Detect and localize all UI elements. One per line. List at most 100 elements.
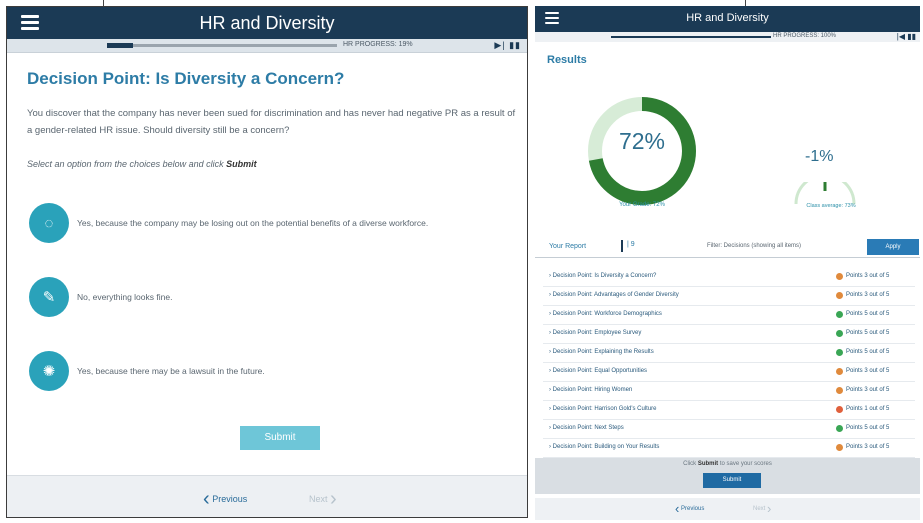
- status-dot-icon: [836, 387, 843, 394]
- report-row-label: › Decision Point: Next Steps: [549, 425, 624, 431]
- report-row-label: › Decision Point: Building on Your Resul…: [549, 444, 660, 450]
- results-title: Results: [547, 54, 587, 66]
- report-row-points: Points 5 out of 5: [846, 330, 890, 336]
- filter-label[interactable]: Filter: Decisions (showing all items): [707, 243, 801, 249]
- report-row-label: › Decision Point: Hiring Women: [549, 387, 633, 393]
- previous-button[interactable]: ‹ Previous: [203, 488, 247, 511]
- score-label: Your Grade: 72%: [619, 202, 665, 208]
- report-row-points: Points 3 out of 5: [846, 292, 890, 298]
- submit-note-prefix: Click: [683, 461, 698, 467]
- instruction-text: Select an option from the choices below …: [27, 159, 257, 169]
- option-1[interactable]: ◌ Yes, because the company may be losing…: [29, 203, 428, 243]
- apply-button[interactable]: Apply: [867, 239, 919, 255]
- report-row-label: › Decision Point: Advantages of Gender D…: [549, 292, 679, 298]
- submit-button[interactable]: Submit: [703, 473, 761, 488]
- progress-track: [611, 36, 771, 38]
- app-header: HR and Diversity: [7, 7, 527, 39]
- report-row-label: › Decision Point: Employee Survey: [549, 330, 642, 336]
- report-row[interactable]: › Decision Point: Next Steps Points 5 out…: [543, 420, 915, 439]
- progress-track: [107, 44, 337, 47]
- report-row[interactable]: › Decision Point: Explaining the Results…: [543, 344, 915, 363]
- chevron-right-icon: ›: [767, 501, 772, 516]
- report-row-points: Points 3 out of 5: [846, 387, 890, 393]
- app-title: HR and Diversity: [199, 13, 335, 33]
- status-dot-icon: [836, 444, 843, 451]
- report-row-points: Points 1 out of 5: [846, 406, 890, 412]
- next-label: Next: [753, 506, 766, 513]
- report-row-label: › Decision Point: Workforce Demographics: [549, 311, 662, 317]
- app-header: HR and Diversity: [535, 6, 920, 32]
- status-dot-icon: [836, 311, 843, 318]
- decision-panel: HR and Diversity HR PROGRESS: 19% ▶| ▮▮ …: [6, 6, 528, 518]
- report-row-points: Points 3 out of 5: [846, 444, 890, 450]
- report-row-points: Points 5 out of 5: [846, 425, 890, 431]
- report-row[interactable]: › Decision Point: Workforce Demographics…: [543, 306, 915, 325]
- chevron-right-icon: ›: [330, 488, 337, 510]
- playback-controls[interactable]: |◀ ▮▮: [897, 32, 916, 41]
- status-dot-icon: [836, 330, 843, 337]
- report-row-label: › Decision Point: Is Diversity a Concern…: [549, 273, 657, 279]
- status-dot-icon: [836, 406, 843, 413]
- report-row[interactable]: › Decision Point: Harrison Gold's Cultur…: [543, 401, 915, 420]
- submit-note: Click Submit to save your scores: [535, 461, 920, 467]
- chevron-left-icon: ‹: [203, 488, 210, 510]
- progress-bar: HR PROGRESS: 100% |◀ ▮▮: [535, 32, 920, 42]
- submit-note-action: Submit: [697, 461, 719, 467]
- report-row[interactable]: › Decision Point: Building on Your Resul…: [543, 439, 915, 458]
- playback-controls[interactable]: ▶| ▮▮: [494, 40, 521, 51]
- nav-footer: ‹ Previous Next ›: [535, 498, 920, 520]
- page-title: Decision Point: Is Diversity a Concern?: [27, 69, 345, 88]
- previous-label: Previous: [681, 506, 705, 513]
- comparison-label: Class average: 73%: [806, 203, 856, 209]
- report-row-label: › Decision Point: Explaining the Results: [549, 349, 654, 355]
- progress-label: HR PROGRESS: 100%: [773, 33, 837, 39]
- scenario-text: You discover that the company has never …: [27, 108, 516, 136]
- report-row-points: Points 5 out of 5: [846, 311, 890, 317]
- progress-label: HR PROGRESS: 19%: [343, 41, 413, 48]
- status-dot-icon: [836, 368, 843, 375]
- tab-divider: [621, 240, 623, 252]
- report-row[interactable]: › Decision Point: Employee Survey Points …: [543, 325, 915, 344]
- status-dot-icon: [836, 292, 843, 299]
- instruction-prefix: Select an option from the choices below …: [27, 159, 227, 169]
- report-row-points: Points 3 out of 5: [846, 273, 890, 279]
- report-row-label: › Decision Point: Equal Opportunities: [549, 368, 648, 374]
- tab-selector[interactable]: | 9: [627, 241, 635, 248]
- report-row-points: Points 5 out of 5: [846, 349, 890, 355]
- screenshot: HR and Diversity HR PROGRESS: 19% ▶| ▮▮ …: [0, 0, 923, 523]
- report-row-label: › Decision Point: Harrison Gold's Cultur…: [549, 406, 657, 412]
- option-label: No, everything looks fine.: [77, 292, 173, 302]
- next-label: Next: [309, 493, 328, 504]
- report-row[interactable]: › Decision Point: Is Diversity a Concern…: [543, 268, 915, 287]
- status-dot-icon: [836, 349, 843, 356]
- nav-footer: ‹ Previous Next ›: [7, 475, 527, 517]
- tab-your-report[interactable]: Your Report: [549, 243, 586, 250]
- previous-button[interactable]: ‹ Previous: [675, 501, 704, 516]
- next-button[interactable]: Next ›: [753, 501, 771, 516]
- report-row-points: Points 3 out of 5: [846, 368, 890, 374]
- status-dot-icon: [836, 425, 843, 432]
- report-row[interactable]: › Decision Point: Advantages of Gender D…: [543, 287, 915, 306]
- dots-circle-icon: ◌: [29, 203, 69, 243]
- score-value: 72%: [618, 128, 666, 154]
- option-3[interactable]: ✺ Yes, because there may be a lawsuit in…: [29, 351, 265, 391]
- option-label: Yes, because the company may be losing o…: [77, 218, 429, 228]
- results-panel: HR and Diversity HR PROGRESS: 100% |◀ ▮▮…: [535, 6, 920, 520]
- submit-note-suffix: to save your scores: [718, 461, 772, 467]
- option-2[interactable]: ✎ No, everything looks fine.: [29, 277, 172, 317]
- report-row[interactable]: › Decision Point: Equal Opportunities Poi…: [543, 363, 915, 382]
- submit-bar: Click Submit to save your scores Submit: [535, 458, 920, 494]
- next-button[interactable]: Next ›: [309, 488, 337, 511]
- option-label: Yes, because there may be a lawsuit in t…: [77, 366, 265, 376]
- progress-bar: HR PROGRESS: 19% ▶| ▮▮: [7, 39, 527, 53]
- instruction-action: Submit: [226, 159, 257, 169]
- report-row[interactable]: › Decision Point: Hiring Women Points 3 o…: [543, 382, 915, 401]
- handshake-icon: ✺: [29, 351, 69, 391]
- previous-label: Previous: [212, 493, 248, 504]
- app-title: HR and Diversity: [686, 12, 769, 24]
- submit-button[interactable]: Submit: [240, 426, 320, 450]
- status-dot-icon: [836, 273, 843, 280]
- report-list: › Decision Point: Is Diversity a Concern…: [543, 268, 915, 458]
- chevron-left-icon: ‹: [675, 501, 680, 516]
- edit-icon: ✎: [29, 277, 69, 317]
